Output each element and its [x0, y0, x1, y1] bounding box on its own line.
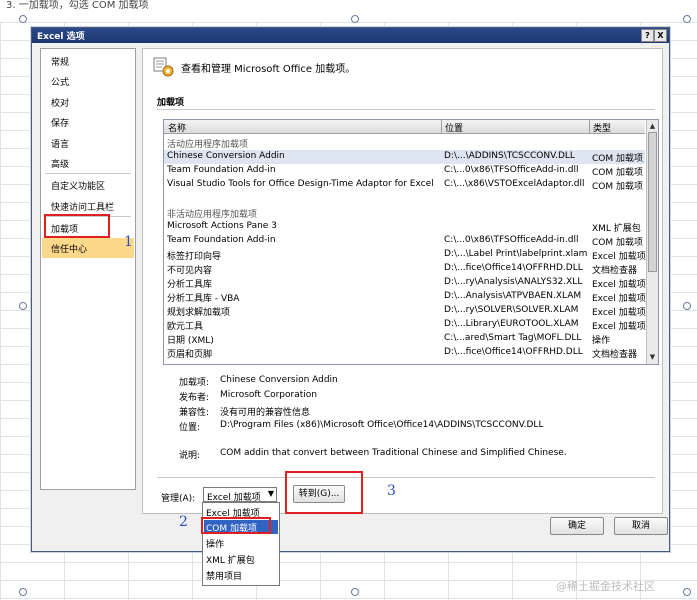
table-row[interactable]: 欧元工具 D:\...Library\EUROTOOL.XLAM Excel 加…: [164, 318, 646, 332]
resize-handle-bl[interactable]: [19, 588, 27, 596]
highlight-go-box: [285, 471, 363, 514]
nav-item-trust-center[interactable]: 信任中心: [51, 242, 87, 255]
detail-publisher-label: 发布者:: [179, 393, 210, 403]
nav-item-language[interactable]: 语言: [51, 137, 69, 150]
detail-compat-label: 兼容性:: [179, 408, 210, 418]
resize-handle-top[interactable]: [351, 15, 359, 23]
detail-location-label: 位置:: [179, 423, 201, 433]
table-header: 名称 位置 类型: [164, 120, 645, 134]
nav-item-advanced[interactable]: 高级: [51, 157, 69, 170]
group-header-inactive: 非活动应用程序加载项: [167, 210, 258, 220]
detail-addin-label: 加载项:: [179, 378, 210, 388]
dropdown-option-xml[interactable]: XML 扩展包: [206, 553, 255, 566]
resize-handle-bottom[interactable]: [351, 588, 359, 596]
nav-item-formulas[interactable]: 公式: [51, 75, 69, 88]
group-header-active: 活动应用程序加载项: [167, 140, 249, 150]
gear-icon: [153, 57, 175, 77]
table-row[interactable]: 不可见内容 D:\...fice\Office14\OFFRHD.DLL 文档检…: [164, 262, 645, 276]
document-text: 3. 一加载项，勾选 COM 加载项: [6, 0, 149, 11]
close-icon[interactable]: X: [654, 29, 667, 42]
chevron-down-icon: ▼: [267, 489, 274, 498]
column-divider[interactable]: [589, 120, 590, 133]
scroll-down-icon[interactable]: ▼: [648, 352, 657, 362]
detail-location-value: D:\Program Files (x86)\Microsoft Office\…: [220, 420, 544, 430]
resize-handle-tl[interactable]: [19, 15, 27, 23]
scroll-thumb[interactable]: [648, 132, 657, 272]
nav-item-general[interactable]: 常规: [51, 55, 69, 68]
section-title: 加载项: [157, 98, 185, 108]
excel-options-dialog: Excel 选项 ? X 常规 公式 校对 保存 语言 高级 自定义功能区 快速…: [31, 27, 670, 586]
manage-select[interactable]: Excel 加载项 ▼: [203, 487, 277, 503]
step-marker-2: 2: [179, 514, 188, 530]
detail-desc-label: 说明:: [179, 451, 201, 461]
ok-button[interactable]: 确定: [550, 517, 604, 535]
detail-compat-value: 没有可用的兼容性信息: [220, 408, 311, 418]
watermark: @稀土掘金技术社区: [556, 580, 655, 593]
table-row[interactable]: Team Foundation Add-in C:\...0\x86\TFSOf…: [164, 234, 645, 248]
manage-divider: [157, 477, 655, 478]
table-row[interactable]: 日期 (XML) C:\...ared\Smart Tag\MOFL.DLL 操…: [164, 332, 645, 346]
column-header-name[interactable]: 名称: [168, 121, 186, 134]
table-row[interactable]: Team Foundation Add-in C:\...0\x86\TFSOf…: [164, 164, 645, 178]
resize-handle-left[interactable]: [19, 302, 27, 310]
table-scrollbar[interactable]: ▲ ▼: [646, 120, 658, 364]
table-row[interactable]: 分析工具库 - VBA D:\...Analysis\ATPVBAEN.XLAM…: [164, 290, 646, 304]
column-divider[interactable]: [441, 120, 442, 133]
manage-dropdown-list: Excel 加载项 COM 加载项 操作 XML 扩展包 禁用项目: [202, 502, 280, 586]
dialog-titlebar[interactable]: Excel 选项 ? X: [32, 28, 669, 43]
options-nav: 常规 公式 校对 保存 语言 高级 自定义功能区 快速访问工具栏 加载项 信任中…: [40, 48, 136, 490]
table-row[interactable]: 标签打印向导 D:\...\Label Print\labelprint.xla…: [164, 248, 646, 262]
column-header-location[interactable]: 位置: [445, 121, 463, 134]
table-row[interactable]: Visual Studio Tools for Office Design-Ti…: [164, 178, 645, 192]
resize-handle-br[interactable]: [683, 588, 691, 596]
manage-label: 管理(A):: [161, 494, 196, 504]
dialog-title: Excel 选项: [37, 32, 85, 42]
dropdown-option-actions[interactable]: 操作: [206, 537, 224, 550]
detail-desc-value: COM addin that convert between Tradition…: [220, 448, 567, 458]
document-top: 3. 一加载项，勾选 COM 加载项: [0, 0, 697, 22]
column-header-type[interactable]: 类型: [593, 121, 611, 134]
nav-item-customize-ribbon[interactable]: 自定义功能区: [51, 179, 105, 192]
resize-handle-right[interactable]: [683, 302, 691, 310]
nav-item-save[interactable]: 保存: [51, 116, 69, 129]
table-row[interactable]: 页眉和页脚 D:\...fice\Office14\OFFRHD.DLL 文档检…: [164, 346, 645, 360]
table-row[interactable]: 规划求解加载项 D:\...ry\SOLVER\SOLVER.XLAM Exce…: [164, 304, 646, 318]
table-row[interactable]: Chinese Conversion Addin D:\...\ADDINS\T…: [164, 150, 645, 164]
table-row[interactable]: 分析工具库 D:\...ry\Analysis\ANALYS32.XLL Exc…: [164, 276, 646, 290]
nav-item-proofing[interactable]: 校对: [51, 96, 69, 109]
addins-table: 名称 位置 类型 活动应用程序加载项 Chinese Conversion Ad…: [163, 119, 659, 365]
nav-divider: [45, 173, 131, 174]
nav-item-quick-access[interactable]: 快速访问工具栏: [51, 200, 114, 213]
page-title: 查看和管理 Microsoft Office 加载项。: [181, 64, 356, 75]
detail-publisher-value: Microsoft Corporation: [220, 390, 317, 400]
highlight-com-box: [201, 517, 271, 534]
resize-handle-tr[interactable]: [683, 15, 691, 23]
section-divider: [157, 109, 655, 110]
step-marker-1: 1: [124, 234, 133, 250]
help-icon[interactable]: ?: [641, 29, 654, 42]
cancel-button[interactable]: 取消: [614, 517, 668, 535]
dropdown-option-disabled[interactable]: 禁用项目: [206, 569, 242, 582]
highlight-addins-box: [44, 214, 110, 238]
table-row[interactable]: Microsoft Actions Pane 3 XML 扩展包: [164, 220, 645, 234]
scroll-up-icon[interactable]: ▲: [648, 121, 657, 131]
detail-addin-value: Chinese Conversion Addin: [220, 375, 338, 385]
step-marker-3: 3: [387, 483, 396, 499]
